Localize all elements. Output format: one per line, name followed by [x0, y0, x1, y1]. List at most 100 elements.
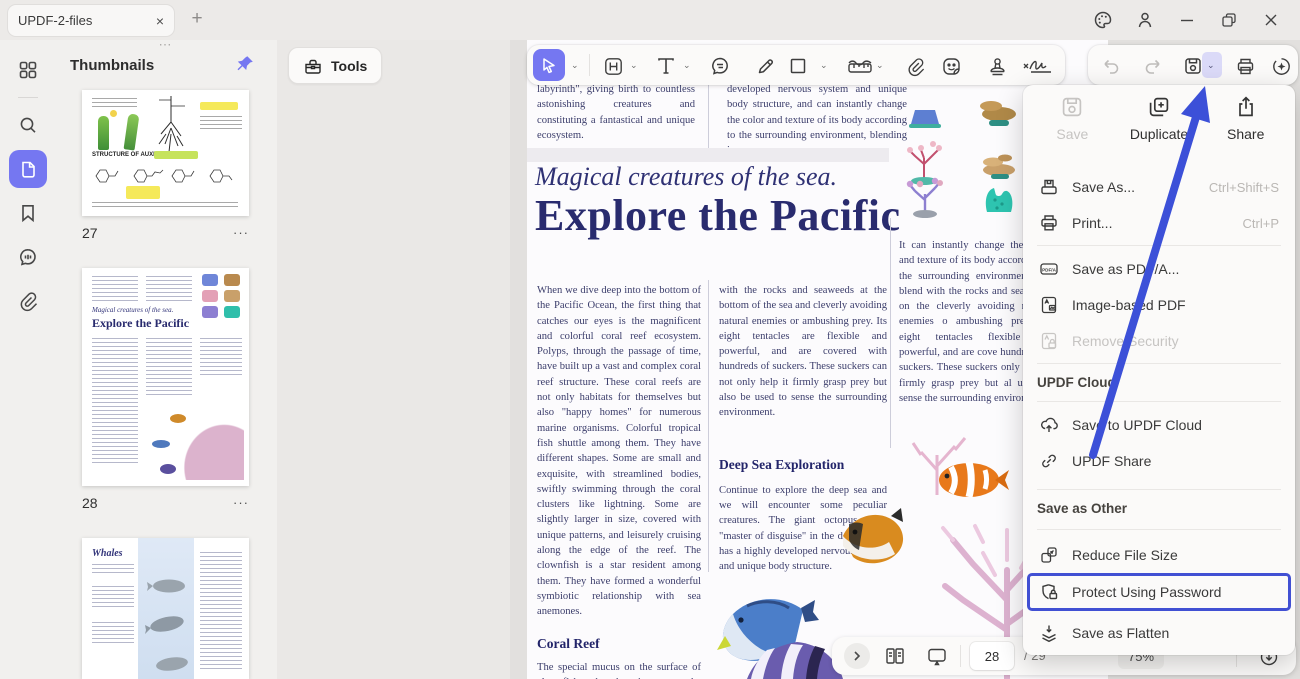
tools-button[interactable]: Tools: [288, 47, 382, 84]
document-viewer: labyrinth", giving birth to countless as…: [510, 40, 1300, 679]
thumb-text-lines: [200, 116, 242, 130]
menu-item-save-as[interactable]: Save As... Ctrl+Shift+S: [1029, 169, 1289, 205]
thumb-text-lines: [146, 338, 192, 398]
thumb-text-lines: [146, 276, 192, 302]
thumb-highlight: [154, 151, 198, 159]
print-button[interactable]: [1232, 53, 1258, 79]
expand-chevron-right-icon[interactable]: [844, 643, 870, 669]
menu-item-save-as-flatten[interactable]: Save as Flatten: [1029, 615, 1289, 651]
thumbnails-page-icon[interactable]: [9, 150, 47, 188]
pin-icon[interactable]: [235, 54, 255, 74]
theme-palette-icon[interactable]: [1082, 0, 1124, 40]
bookmark-icon[interactable]: [9, 194, 47, 232]
select-tool-button[interactable]: [533, 49, 565, 81]
select-tool-chevron-icon[interactable]: ⌄: [571, 60, 579, 71]
attachments-paperclip-icon[interactable]: [9, 282, 47, 320]
thumb-text-lines: [92, 338, 138, 466]
left-icon-rail: [0, 40, 55, 679]
thumb-text-lines: [92, 622, 134, 646]
image-pdf-icon: [1039, 295, 1059, 315]
restore-window-icon[interactable]: [1208, 0, 1250, 40]
thumb-title: Explore the Pacific: [92, 316, 189, 331]
menu-quick-share[interactable]: Share: [1202, 95, 1289, 159]
shortcut-label: Ctrl+P: [1243, 216, 1289, 231]
menu-item-save-to-updf-cloud[interactable]: Save to UPDF Cloud: [1029, 407, 1289, 443]
new-tab-button[interactable]: +: [186, 8, 208, 30]
thumb-plant-illustration: [124, 113, 140, 150]
menu-item-image-based-pdf[interactable]: Image-based PDF: [1029, 287, 1289, 323]
doc-prev-col1: labyrinth", giving birth to countless as…: [537, 82, 695, 143]
toolbox-icon: [303, 56, 323, 76]
comments-icon[interactable]: [9, 238, 47, 276]
rail-divider: [18, 97, 38, 98]
stamp-tool-button[interactable]: [984, 53, 1010, 79]
text-tool-button[interactable]: [653, 53, 679, 79]
thumbnail-page-28[interactable]: Magical creatures of the sea. Explore th…: [82, 268, 249, 486]
thumb-fish: [160, 464, 176, 474]
menu-item-reduce-file-size[interactable]: Reduce File Size: [1029, 537, 1289, 573]
column-rule: [708, 85, 709, 157]
main-toolbar: ⌄ ⌄ ⌄: [527, 45, 1065, 85]
close-window-icon[interactable]: [1250, 0, 1292, 40]
menu-item-print[interactable]: Print... Ctrl+P: [1029, 205, 1289, 241]
save-dropdown-chevron-icon[interactable]: ⌄: [1207, 60, 1215, 71]
duplicate-icon: [1147, 95, 1171, 119]
page-number-input[interactable]: 28: [970, 642, 1014, 670]
tab-close-icon[interactable]: ×: [156, 13, 164, 29]
bottom-bar-divider: [960, 645, 961, 667]
panel-drag-handle[interactable]: ⋯: [55, 40, 277, 52]
shield-lock-icon: [1039, 582, 1059, 602]
menu-quick-duplicate[interactable]: Duplicate: [1116, 95, 1203, 159]
two-page-view-button[interactable]: [882, 643, 908, 669]
remove-security-lock-icon: [1039, 331, 1059, 351]
doc-heading-coral-reef: Coral Reef: [537, 634, 701, 654]
menu-divider: [1037, 401, 1281, 402]
thumb-text-lines: [200, 338, 242, 378]
doc-title: Explore the Pacific: [535, 190, 901, 241]
undo-button[interactable]: [1098, 53, 1124, 79]
measure-tool-button[interactable]: [845, 53, 875, 79]
edit-tool-chevron-icon[interactable]: ⌄: [630, 60, 638, 71]
thumb-sun-dot: [110, 110, 117, 117]
edit-tool-button[interactable]: [600, 53, 626, 79]
redo-button[interactable]: [1140, 53, 1166, 79]
home-grid-icon[interactable]: [9, 51, 47, 89]
ai-assistant-button[interactable]: [1268, 53, 1294, 79]
thumb-coral-dot: [224, 290, 240, 302]
menu-item-updf-share[interactable]: UPDF Share: [1029, 443, 1289, 479]
pdf-page-28: labyrinth", giving birth to countless as…: [527, 40, 1108, 679]
highlighter-tool-button[interactable]: [753, 53, 779, 79]
thumb-coral-illustration: [178, 418, 244, 480]
menu-item-remove-security: Remove Security: [1029, 323, 1289, 359]
text-tool-chevron-icon[interactable]: ⌄: [683, 60, 691, 71]
document-tab[interactable]: UPDF-2-files ×: [8, 5, 174, 36]
thumb-more-button[interactable]: ···: [215, 225, 249, 240]
thumbnail-page-29[interactable]: Whales: [82, 538, 249, 679]
thumb-coral-dot: [202, 290, 218, 302]
thumb-heading: STRUCTURE OF AUXIN: [92, 152, 159, 158]
search-icon[interactable]: [9, 106, 47, 144]
thumb-page-number: 27: [82, 225, 98, 241]
menu-item-save-as-pdfa[interactable]: PDF/A Save as PDF/A...: [1029, 251, 1289, 287]
account-user-icon[interactable]: [1124, 0, 1166, 40]
thumb-page-number: 28: [82, 495, 98, 511]
thumb-text-lines: [92, 586, 134, 610]
save-dropdown-menu: Save Duplicate Share Save As... Ct: [1023, 85, 1295, 655]
minimize-icon[interactable]: [1166, 0, 1208, 40]
print-icon: [1039, 213, 1059, 233]
comment-tool-button[interactable]: [707, 53, 733, 79]
thumb-highlight: [200, 102, 238, 110]
sticker-tool-button[interactable]: [938, 53, 964, 79]
thumb-more-button[interactable]: ···: [215, 495, 249, 510]
thumb-text-lines: [200, 552, 242, 672]
shapes-tool-chevron-icon[interactable]: ⌄: [820, 60, 828, 71]
attach-file-tool-button[interactable]: [902, 53, 928, 79]
shapes-tool-button[interactable]: [785, 53, 811, 79]
measure-tool-chevron-icon[interactable]: ⌄: [876, 60, 884, 71]
thumbnail-page-27[interactable]: STRUCTURE OF AUXIN: [82, 90, 249, 216]
menu-item-protect-using-password[interactable]: Protect Using Password: [1029, 575, 1289, 609]
signature-tool-button[interactable]: [1021, 53, 1055, 79]
save-as-icon: [1039, 177, 1059, 197]
doc-subtitle: Magical creatures of the sea.: [535, 162, 837, 192]
presentation-mode-button[interactable]: [924, 643, 950, 669]
